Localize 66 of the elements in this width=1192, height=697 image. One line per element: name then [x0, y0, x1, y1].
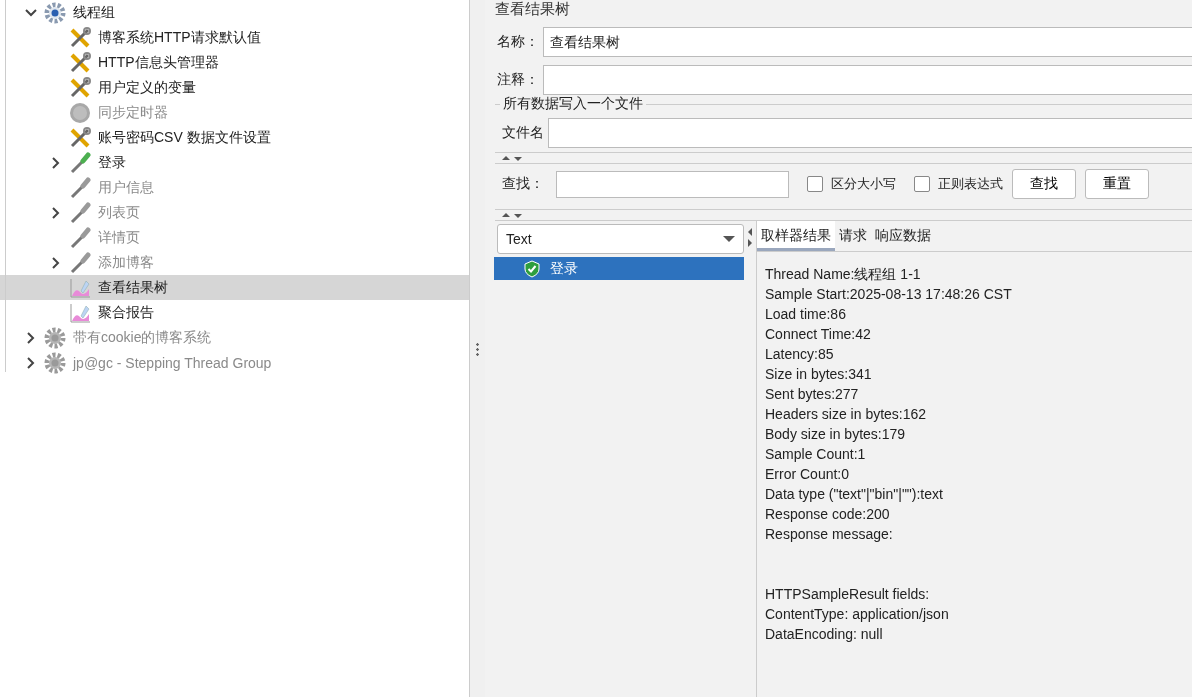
chart-icon	[69, 301, 91, 324]
split-arrows-icon	[746, 227, 754, 248]
tree-item-label: 同步定时器	[98, 103, 168, 122]
search-field[interactable]	[556, 170, 789, 198]
checkbox-label: 正则表达式	[938, 175, 1003, 193]
tree-item-label: HTTP信息头管理器	[98, 53, 219, 72]
panel-title: 查看结果树	[495, 0, 571, 18]
tree-row[interactable]: HTTP信息头管理器	[0, 50, 469, 75]
tree-item-label: 博客系统HTTP请求默认值	[98, 28, 261, 47]
tools-icon	[69, 126, 91, 149]
field-label: 查找：	[501, 175, 545, 193]
tree-item-label: 详情页	[98, 228, 140, 247]
tree-row[interactable]: 线程组	[0, 0, 469, 25]
field-label: 注释：	[496, 71, 540, 89]
tree-item-label: 用户信息	[98, 178, 154, 197]
tree-row[interactable]: 聚合报告	[0, 300, 469, 325]
result-label: 登录	[550, 259, 578, 278]
checkbox[interactable]	[914, 176, 930, 192]
result-text: Thread Name:线程组 1-1 Sample Start:2025-08-13 17:48:26 CST Load time:86 Connect Time:42 Latency:85 Size in bytes:341 Sent bytes:277 Headers size in bytes:162 Body size in bytes:179 Sample Count:1 Error Count:0 Data type ("text"|"bin"|""):text Response code:200 Response message: HTTPSampleResult fields: ContentType: application/json DataEncoding: null	[764, 265, 1013, 644]
renderer-dropdown[interactable]: Text	[497, 224, 744, 254]
tree-item-label: 线程组	[73, 3, 115, 22]
field-label: 文件名	[501, 124, 545, 142]
tree-row[interactable]: 查看结果树	[0, 275, 469, 300]
text-field[interactable]: 查看结果树	[543, 27, 1192, 57]
text-field[interactable]	[543, 65, 1192, 95]
tree-item-label: 添加博客	[98, 253, 154, 272]
tab[interactable]: 取样器结果	[757, 221, 835, 251]
pipette-icon	[69, 226, 91, 249]
checkbox[interactable]	[807, 176, 823, 192]
button[interactable]: 查找	[1012, 169, 1076, 199]
tree-item-label: 登录	[98, 153, 126, 172]
chart-icon	[69, 276, 91, 299]
gear-icon	[44, 351, 66, 374]
split-arrows-icon	[501, 154, 523, 162]
pipette-icon	[69, 176, 91, 199]
pipette-icon	[69, 201, 91, 224]
tree-item-label: 带有cookie的博客系统	[73, 328, 212, 347]
tree-row[interactable]: 博客系统HTTP请求默认值	[0, 25, 469, 50]
gear-icon	[44, 1, 66, 24]
tools-icon	[69, 76, 91, 99]
field-label: 名称：	[496, 33, 540, 51]
result-row[interactable]: 登录	[494, 257, 744, 280]
tree-row[interactable]: 登录	[0, 150, 469, 175]
tree-row[interactable]: 账号密码CSV 数据文件设置	[0, 125, 469, 150]
dropdown-caret-icon	[723, 236, 735, 242]
text-field[interactable]	[548, 118, 1192, 148]
tree-item-label: 用户定义的变量	[98, 78, 196, 97]
button[interactable]: 重置	[1085, 169, 1149, 199]
group-title: 所有数据写入一个文件	[500, 95, 646, 111]
tab[interactable]: 响应数据	[871, 221, 935, 251]
pipette-icon	[69, 251, 91, 274]
pipette-icon	[69, 151, 91, 174]
tab[interactable]: 请求	[835, 221, 871, 251]
tree-row[interactable]: 用户定义的变量	[0, 75, 469, 100]
tree-item-label: 列表页	[98, 203, 140, 222]
tools-icon	[69, 51, 91, 74]
checkbox-label: 区分大小写	[831, 175, 896, 193]
tree-item-label: jp@gc - Stepping Thread Group	[73, 354, 272, 371]
shield-check-icon	[524, 259, 540, 278]
tree-item-label: 聚合报告	[98, 303, 154, 322]
gear-icon	[44, 326, 66, 349]
tree-item-label: 账号密码CSV 数据文件设置	[98, 128, 271, 147]
split-arrows-icon	[501, 211, 523, 219]
tree-item-label: 查看结果树	[98, 278, 168, 297]
tools-icon	[69, 26, 91, 49]
clock-icon	[69, 101, 91, 124]
